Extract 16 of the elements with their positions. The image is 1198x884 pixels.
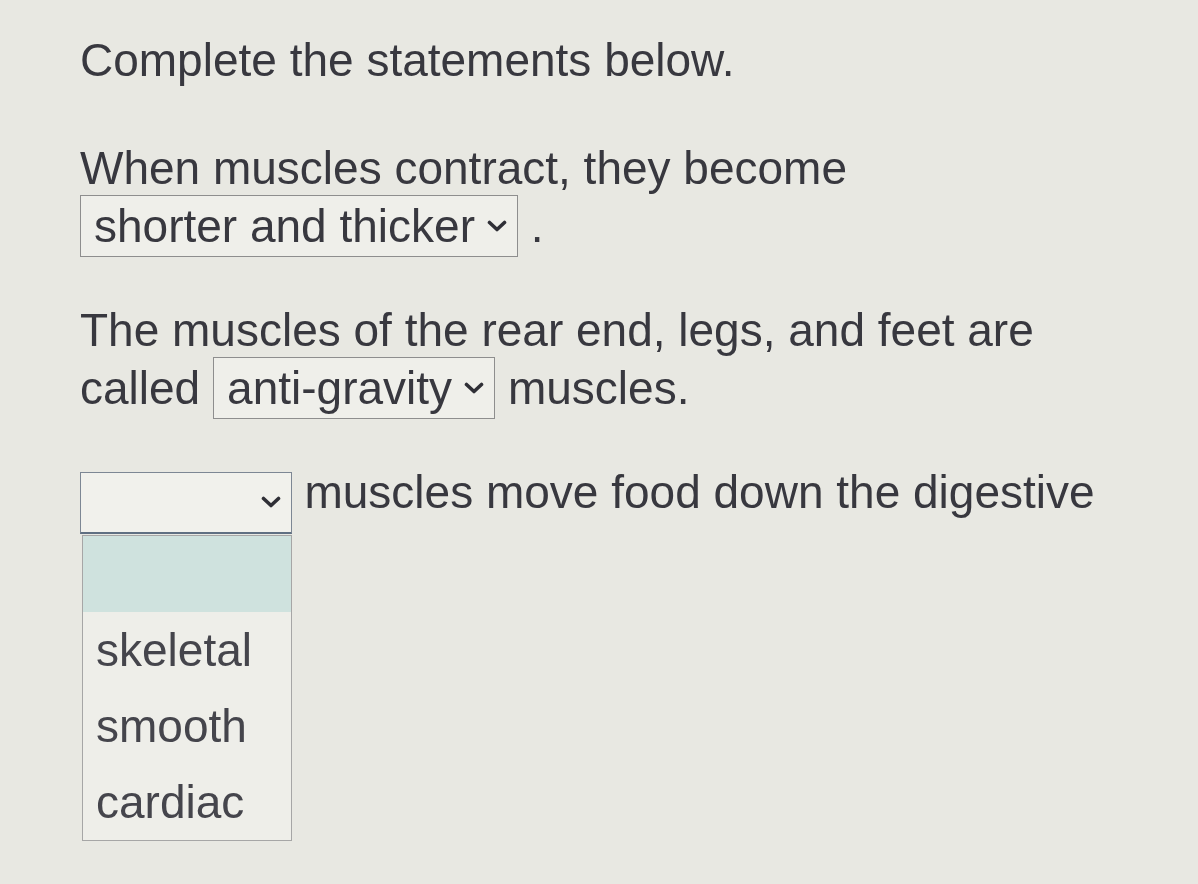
statement-text: muscles move food down the digestive — [304, 465, 1095, 520]
statement-text: When muscles contract, they become — [80, 141, 847, 196]
dropdown-option[interactable]: skeletal — [83, 611, 291, 688]
chevron-down-icon — [260, 496, 281, 508]
dropdown-option[interactable]: smooth — [83, 687, 291, 764]
dropdown-select[interactable] — [80, 471, 292, 534]
instructions-heading: Complete the statements below. — [80, 33, 736, 88]
statement-text: muscles. — [507, 361, 690, 416]
dropdown-select[interactable]: shorter and thicker — [80, 195, 518, 257]
statement-text: The muscles of the rear end, legs, and feet are — [80, 303, 1034, 358]
statement-text: called — [80, 361, 201, 416]
dropdown-select[interactable]: anti-gravity — [213, 357, 496, 419]
dropdown-option[interactable]: cardiac — [83, 763, 291, 840]
statement-text: . — [530, 199, 544, 254]
chevron-down-icon — [486, 220, 507, 232]
chevron-down-icon — [464, 382, 485, 394]
